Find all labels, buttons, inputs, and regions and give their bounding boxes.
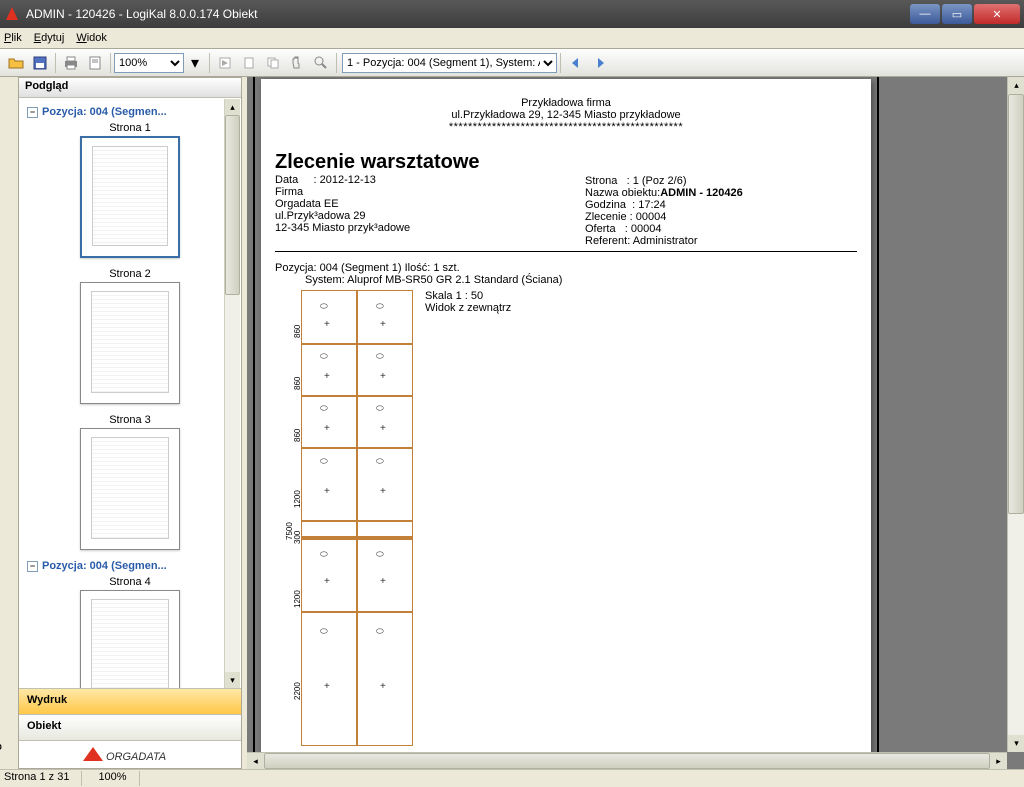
document-scrollbar-vertical[interactable]: ▴ ▾ [1007,77,1024,752]
system-line: System: Aluprof MB-SR50 GR 2.1 Standard … [275,274,857,286]
menu-view[interactable]: Widok [76,32,107,44]
status-zoom: 100% [98,771,139,786]
sidebar-panel-obiekt[interactable]: Obiekt [19,714,241,740]
window-close-button[interactable]: ✕ [974,4,1020,24]
next-page-button[interactable] [589,52,611,74]
save-icon[interactable] [29,52,51,74]
menu-file[interactable]: Plik [4,32,22,44]
app-icon [4,6,20,22]
thumbnail-page-1[interactable]: Strona 1 [27,122,233,258]
document-scroll-thumb-v[interactable] [1008,94,1024,514]
sidebar-header: Podgląd [19,78,241,98]
page-first-icon[interactable] [214,52,236,74]
sidebar-scrollbar[interactable]: ▴ ▾ [224,99,240,688]
thumbnail-list: − Pozycja: 004 (Segmen... Strona 1 Stron… [19,98,241,688]
document-scroll-thumb-h[interactable] [264,753,990,769]
scroll-up-icon[interactable]: ▴ [225,99,240,115]
content-area: LogiKal® 8.0 Podgląd − Pozycja: 004 (Seg… [0,77,1024,769]
doc-title: Zlecenie warsztatowe [275,151,585,174]
company-name: Przykładowa firma [275,97,857,109]
page-icon[interactable] [238,52,260,74]
document-view: Przykładowa firma ul.Przykładowa 29, 12-… [247,77,1024,769]
print-preview-icon[interactable] [84,52,106,74]
scroll-down-icon[interactable]: ▾ [225,672,240,688]
sidebar-group-header-2[interactable]: − Pozycja: 004 (Segmen... [27,560,233,572]
facade-drawing: 860 860 860 1200 300 1200 2200 7500 [285,290,415,750]
collapse-icon[interactable]: − [27,561,38,572]
sidebar: Podgląd − Pozycja: 004 (Segmen... Strona… [18,77,242,769]
window-maximize-button[interactable]: ▭ [942,4,972,24]
open-icon[interactable] [5,52,27,74]
skala-label: Skala 1 : 50 [425,290,511,302]
thumbnail-page-3[interactable]: Strona 3 [27,414,233,550]
scroll-down-icon[interactable]: ▾ [1008,735,1024,752]
window-titlebar: ADMIN - 120426 - LogiKal 8.0.0.174 Obiek… [0,0,1024,28]
thumbnail-page-2[interactable]: Strona 2 [27,268,233,404]
widok-label: Widok z zewnątrz [425,302,511,314]
copy-icon[interactable] [262,52,284,74]
status-page: Strona 1 z 31 [4,771,82,786]
toolbar: 100% ▾ 1 - Pozycja: 004 (Segment 1), Sys… [0,49,1024,77]
company-address: ul.Przykładowa 29, 12-345 Miasto przykła… [275,109,857,121]
scroll-right-icon[interactable]: ▸ [990,753,1007,769]
page-select[interactable]: 1 - Pozycja: 004 (Segment 1), System: Al… [342,53,557,73]
sidebar-brand: ORGADATA [19,740,241,768]
collapse-icon[interactable]: − [27,107,38,118]
brand-vertical: LogiKal® 8.0 [0,692,2,765]
print-icon[interactable] [60,52,82,74]
menu-edit[interactable]: Edytuj [34,32,65,44]
document-scrollbar-horizontal[interactable]: ◂ ▸ [247,752,1007,769]
sidebar-group-header[interactable]: − Pozycja: 004 (Segmen... [27,106,233,118]
zoom-select[interactable]: 100% [114,53,184,73]
position-line: Pozycja: 004 (Segment 1) Ilość: 1 szt. [275,262,857,274]
divider-stars: ****************************************… [275,121,857,133]
zoom-tool-icon[interactable] [310,52,332,74]
hand-tool-icon[interactable] [286,52,308,74]
status-bar: Strona 1 z 31 100% [0,769,1024,787]
page-content: Przykładowa firma ul.Przykładowa 29, 12-… [261,79,871,767]
window-title: ADMIN - 120426 - LogiKal 8.0.0.174 Obiek… [26,7,257,21]
sidebar-scroll-thumb[interactable] [225,115,240,295]
zoom-dropdown-icon[interactable]: ▾ [185,53,205,73]
svg-text:ORGADATA: ORGADATA [106,751,166,763]
menu-bar: Plik Edytuj Widok [0,28,1024,49]
scroll-left-icon[interactable]: ◂ [247,753,264,769]
scroll-up-icon[interactable]: ▴ [1008,77,1024,94]
sidebar-panel-wydruk[interactable]: Wydruk [19,688,241,714]
thumbnail-page-4[interactable]: Strona 4 [27,576,233,688]
prev-page-button[interactable] [565,52,587,74]
window-minimize-button[interactable]: — [910,4,940,24]
